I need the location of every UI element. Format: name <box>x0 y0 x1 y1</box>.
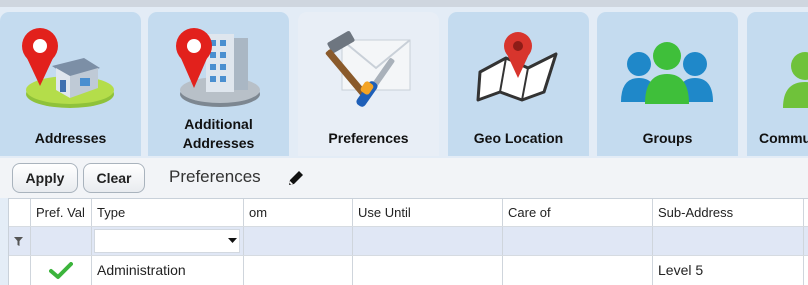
grid-filter-row <box>9 227 808 256</box>
tab-additional-addresses[interactable]: Additional Addresses <box>148 12 289 156</box>
row-selector[interactable] <box>9 256 31 285</box>
tab-addresses[interactable]: Addresses <box>0 12 141 156</box>
header-type[interactable]: Type <box>92 199 244 226</box>
tab-strip: Addresses Additional Addresses Preferenc… <box>0 0 808 158</box>
header-select-column[interactable] <box>9 199 31 226</box>
apply-button[interactable]: Apply <box>12 163 78 193</box>
section-title: Preferences <box>169 167 261 186</box>
tab-geo-location-label: Geo Location <box>473 130 564 146</box>
filter-row-marker <box>9 227 31 255</box>
building-pin-icon <box>176 28 260 107</box>
pencil-icon[interactable] <box>286 168 306 188</box>
filter-care-of[interactable] <box>503 227 653 255</box>
filter-from[interactable] <box>244 227 353 255</box>
tab-preferences-label: Preferences <box>328 130 409 146</box>
people-group-icon <box>621 42 713 104</box>
header-use-until[interactable]: Use Until <box>353 199 503 226</box>
check-icon <box>49 262 73 279</box>
tab-geo-location[interactable]: Geo Location <box>448 12 589 156</box>
filter-pref-val[interactable] <box>31 227 92 255</box>
tab-additional-addresses-line2: Addresses <box>182 135 255 151</box>
filter-icon <box>14 237 23 246</box>
cell-care-of <box>503 256 653 285</box>
header-from[interactable]: om <box>244 199 353 226</box>
clear-button[interactable]: Clear <box>83 163 145 193</box>
tab-communications-label: Commu <box>759 130 808 146</box>
map-pin-icon <box>476 32 558 102</box>
header-care-of[interactable]: Care of <box>503 199 653 226</box>
tab-addresses-label: Addresses <box>34 130 107 146</box>
tab-groups[interactable]: Groups <box>597 12 738 156</box>
filter-type-dropdown[interactable] <box>92 227 244 255</box>
grid-header-row: Pref. Val Type om Use Until Care of Sub-… <box>9 199 808 227</box>
cell-sub-address: Level 5 <box>653 256 804 285</box>
filter-sub-address[interactable] <box>653 227 804 255</box>
cell-pref-val <box>31 256 92 285</box>
tab-additional-addresses-line1: Additional <box>184 116 253 132</box>
tab-additional-addresses-label: Additional Addresses <box>148 115 289 153</box>
cell-use-until <box>353 256 503 285</box>
filter-use-until[interactable] <box>353 227 503 255</box>
header-sub-address[interactable]: Sub-Address <box>653 199 804 226</box>
table-row[interactable]: Administration Level 5 <box>9 256 808 285</box>
chevron-down-icon[interactable] <box>228 238 237 244</box>
cell-from <box>244 256 353 285</box>
preferences-window: Addresses Additional Addresses Preferenc… <box>0 0 808 285</box>
person-green-icon <box>783 52 808 108</box>
preferences-grid: Pref. Val Type om Use Until Care of Sub-… <box>8 198 808 285</box>
tab-groups-label: Groups <box>642 130 693 146</box>
toolbar: Apply Clear Preferences <box>0 158 808 198</box>
tab-preferences[interactable]: Preferences <box>298 12 439 156</box>
filter-type-input[interactable] <box>94 229 240 253</box>
tab-communications[interactable]: Commu <box>747 12 808 156</box>
header-pref-val[interactable]: Pref. Val <box>31 199 92 226</box>
cell-type: Administration <box>92 256 244 285</box>
house-pin-icon <box>22 28 114 108</box>
tools-envelope-icon <box>325 31 411 107</box>
